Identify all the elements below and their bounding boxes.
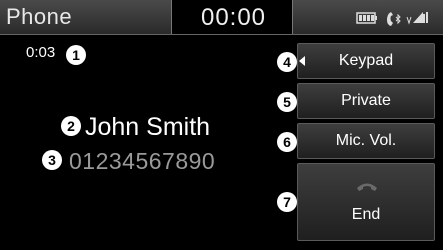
callout-4: 4: [277, 52, 297, 72]
private-label: Private: [341, 92, 391, 109]
signal-strength-icon: [406, 12, 428, 25]
keypad-label: Keypad: [338, 52, 394, 69]
callout-5: 5: [277, 92, 297, 112]
clock: 00:00: [200, 4, 267, 31]
end-label: End: [351, 206, 381, 223]
keypad-button[interactable]: Keypad: [297, 43, 435, 79]
app-title: Phone: [6, 4, 73, 29]
callout-6: 6: [277, 132, 297, 152]
bluetooth-phone-icon: [387, 12, 401, 26]
phone-number: 01234567890: [69, 148, 216, 174]
contact-name: John Smith: [85, 113, 211, 141]
callout-3: 3: [42, 150, 62, 170]
callout-1: 1: [66, 45, 86, 65]
battery-icon: [356, 12, 377, 24]
mic-volume-button[interactable]: Mic. Vol.: [297, 123, 435, 159]
end-call-button[interactable]: End: [297, 163, 435, 241]
call-duration: 0:03: [26, 44, 56, 61]
status-icons: [355, 9, 435, 27]
mic-volume-label: Mic. Vol.: [335, 132, 397, 149]
caret-left-icon: [299, 56, 305, 66]
callout-2: 2: [61, 116, 81, 136]
callout-7: 7: [277, 192, 297, 212]
private-button[interactable]: Private: [297, 83, 435, 119]
hang-up-icon: [356, 180, 378, 198]
